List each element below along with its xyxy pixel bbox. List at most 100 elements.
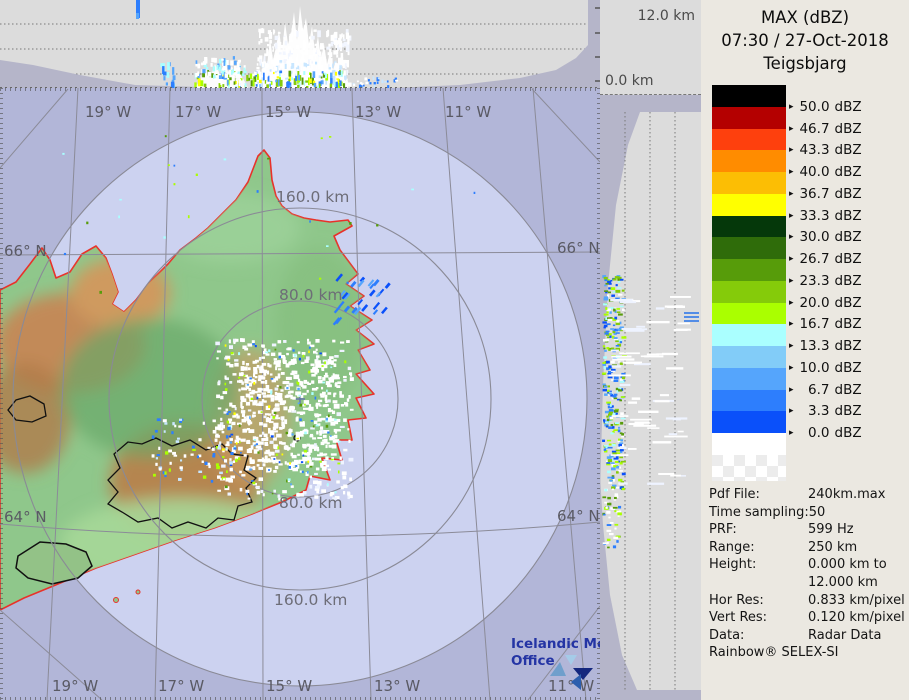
side-top-band [600,95,701,112]
legend-color-band [712,302,786,325]
legend-tick-arrow-icon: ▸ [789,232,794,243]
info-row: Hor Res: 0.833 km/pixel [709,592,905,608]
legend-color-band [712,324,786,346]
legend-color-band [712,411,786,433]
top-profile-panel[interactable] [0,0,600,88]
legend-color-band [712,215,786,238]
lon-label: 15° W [265,103,311,121]
legend-tick-arrow-icon: ▸ [789,167,794,177]
info-row: Pdf File: 240km.max [709,487,886,502]
legend-tick-arrow-icon: ▸ [789,275,794,286]
legend-threshold-label: ▸ 43.3 dBZ [789,142,862,159]
ring-label: 80.0 km [279,286,343,304]
island [135,589,141,595]
info-row: Data: Radar Data [709,627,882,643]
ring-label: 80.0 km [279,494,343,512]
legend-threshold-label: ▸ 46.7 dBZ [789,120,862,137]
dbz-colorbar-transparent-band [712,455,786,481]
legend-color-band [712,237,786,259]
legend-tick-arrow-icon: ▸ [789,341,794,351]
legend-tick-arrow-icon: ▸ [789,188,794,199]
timestamp: 07:30 / 27-Oct-2018 [721,31,889,50]
legend-tick-arrow-icon: ▸ [789,384,794,395]
lon-label: 19° W [52,677,98,695]
legend-threshold-label: ▸ 0.0 dBZ [789,425,862,441]
legend-color-band [712,172,786,194]
legend-color-band [712,106,786,129]
met-office-logo-text: Icelandic Met [511,636,600,652]
legend-tick-arrow-icon: ▸ [789,254,794,264]
legend-tick-arrow-icon: ▸ [789,319,794,330]
legend-threshold-label: ▸ 20.0 dBZ [789,294,862,311]
legend-threshold-label: ▸ 23.3 dBZ [789,272,862,289]
lat-label: 64° N [4,508,47,526]
lon-label: 19° W [85,103,131,121]
lat-label: 66° N [4,242,47,260]
legend-threshold-label: ▸ 6.7 dBZ [789,381,862,398]
legend-color-band [712,150,786,172]
legend-threshold-label: ▸ 26.7 dBZ [789,251,862,267]
product-title: MAX (dBZ) [760,8,850,27]
lon-label: 17° W [158,677,204,695]
legend-color-band [712,259,786,281]
station-name: Teigsbjarg [763,54,847,73]
software-brand: Rainbow® SELEX-SI [709,645,839,660]
legend-threshold-label: ▸ 30.0 dBZ [789,229,862,246]
lat-label: 66° N [557,239,600,257]
radar-map-view[interactable]: 19° W 17° W 15° W 13° W 11° W 19° W 17° … [0,87,613,700]
radar-map-canvas: 19° W 17° W 15° W 13° W 11° W 19° W 17° … [0,87,613,700]
dbz-colorbar [712,85,786,433]
legend-tick-arrow-icon: ▸ [789,428,794,438]
image-title-block: MAX (dBZ) 07:30 / 27-Oct-2018 Teigsbjarg [701,6,909,75]
lon-label: 11° W [445,103,491,121]
legend-tick-arrow-icon: ▸ [789,101,794,112]
lon-label: 15° W [266,677,312,695]
legend-threshold-label: ▸ 36.7 dBZ [789,185,862,202]
profile-min-height-label: 0.0 km [605,73,654,89]
legend-threshold-label: ▸ 40.0 dBZ [789,164,862,180]
legend-color-band [712,85,786,107]
lon-label: 13° W [355,103,401,121]
side-bottom-band [600,690,701,700]
info-row: Height: 0.000 km to [709,557,887,573]
side-profile-panel[interactable] [600,95,701,700]
legend-color-band [712,346,786,368]
legend-color-band [712,128,786,151]
scan-info-block: Pdf File: 240km.max Time sampling: 50 PRF: 59… [709,486,905,644]
echo-column [136,13,139,19]
legend-tick-arrow-icon: ▸ [789,406,794,417]
island [113,597,119,603]
info-row: Vert Res: 0.120 km/pixel [709,610,905,626]
legend-color-band [712,193,786,216]
legend-tick-arrow-icon: ▸ [789,123,794,134]
info-row: PRF: 599 Hz [709,522,854,538]
ring-label: 160.0 km [276,188,349,206]
legend-threshold-label: ▸ 3.3 dBZ [789,403,862,420]
legend-tick-arrow-icon: ▸ [789,297,794,308]
legend-threshold-label: ▸ 50.0 dBZ [789,98,862,115]
legend-tick-arrow-icon: ▸ [789,362,794,373]
lon-label: 11° W [548,677,594,695]
legend-tick-arrow-icon: ▸ [789,210,794,221]
lat-label: 64° N [557,507,600,525]
dbz-colorbar-white-band [712,433,786,455]
info-row: 12.000 km [808,574,878,590]
legend-threshold-label: ▸ 16.7 dBZ [789,316,862,333]
ring-label: 160.0 km [274,591,347,609]
info-row: Range: 250 km [709,539,858,555]
legend-color-band [712,280,786,303]
radar-app-window: 12.0 km 0.0 km 19° W 17° W 15° W 13° W 1… [0,0,909,700]
met-office-logo-text: Office [511,653,555,669]
legend-panel: MAX (dBZ) 07:30 / 27-Oct-2018 Teigsbjarg… [701,0,909,700]
profile-scale-column [588,0,600,88]
legend-color-band [712,389,786,412]
lon-label: 13° W [374,677,420,695]
lon-label: 17° W [175,103,221,121]
info-row: Time sampling: 50 [709,504,826,520]
legend-threshold-label: ▸ 10.0 dBZ [789,359,862,376]
legend-color-band [712,367,786,390]
profile-scale-box: 12.0 km 0.0 km [600,0,701,95]
legend-threshold-label: ▸ 13.3 dBZ [789,338,862,354]
legend-threshold-label: ▸ 33.3 dBZ [789,207,862,224]
legend-tick-arrow-icon: ▸ [789,145,794,156]
